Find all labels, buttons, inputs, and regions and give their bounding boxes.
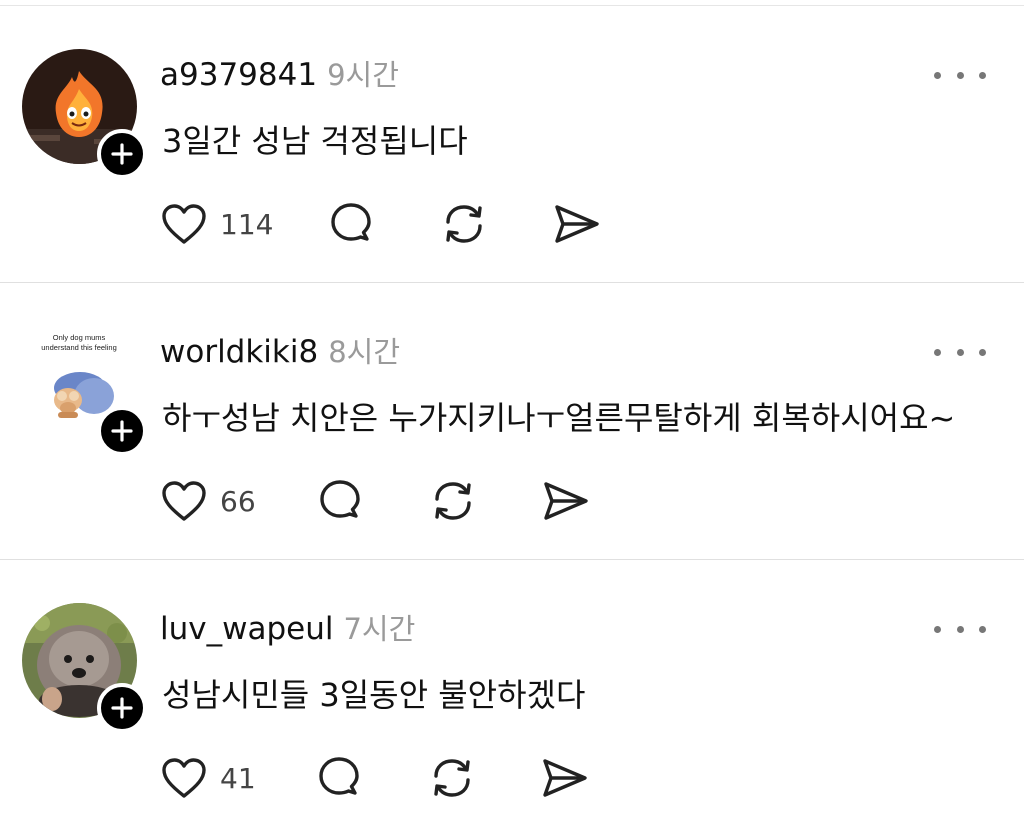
share-button[interactable] — [541, 476, 591, 526]
reply-button[interactable] — [316, 476, 364, 526]
more-icon-dot — [979, 348, 986, 356]
like-count: 66 — [220, 484, 256, 518]
more-button[interactable] — [934, 60, 986, 90]
plus-icon — [111, 420, 133, 442]
like-count: 41 — [220, 761, 256, 795]
plus-icon — [111, 143, 133, 165]
heart-icon — [162, 481, 206, 521]
more-icon-dot — [956, 348, 964, 356]
post: a9379841 9시간 3일간 성남 걱정됩니다 114 — [0, 6, 1024, 283]
post: Only dog mums understand this feeling wo… — [0, 283, 1024, 560]
follow-button[interactable] — [97, 406, 147, 456]
post-text: 3일간 성남 걱정됩니다 — [162, 122, 468, 160]
comment-icon — [320, 480, 360, 518]
more-button[interactable] — [934, 614, 986, 644]
more-icon-dot — [934, 625, 941, 633]
timestamp: 7시간 — [343, 612, 416, 646]
repost-icon — [435, 482, 471, 520]
action-bar: 41 — [160, 753, 620, 803]
more-button[interactable] — [934, 337, 986, 367]
comment-icon — [319, 757, 359, 795]
username[interactable]: worldkiki8 — [160, 334, 318, 370]
more-icon-dot — [934, 348, 941, 356]
action-bar: 114 — [160, 199, 620, 249]
comment-icon — [331, 203, 371, 241]
send-icon — [544, 482, 588, 520]
post-header: luv_wapeul 7시간 — [160, 606, 415, 648]
avatar-caption: understand this feeling — [41, 343, 116, 352]
avatar-caption: Only dog mums — [53, 333, 106, 342]
post-header: a9379841 9시간 — [160, 52, 399, 94]
send-icon — [555, 205, 599, 243]
heart-icon — [162, 204, 206, 244]
follow-button[interactable] — [97, 683, 147, 733]
like-button[interactable]: 66 — [160, 476, 256, 526]
more-icon-dot — [956, 71, 964, 79]
username[interactable]: luv_wapeul — [160, 611, 333, 647]
post-text: 하ㅜ성남 치안은 누가지키나ㅜ얼른무탈하게 회복하시어요~ — [162, 399, 956, 437]
timestamp: 8시간 — [328, 335, 401, 369]
plus-icon — [111, 697, 133, 719]
repost-icon — [446, 205, 482, 243]
more-icon-dot — [934, 71, 941, 79]
repost-button[interactable] — [427, 753, 477, 803]
username[interactable]: a9379841 — [160, 57, 317, 93]
repost-button[interactable] — [428, 476, 478, 526]
more-icon-dot — [979, 71, 986, 79]
like-button[interactable]: 114 — [160, 199, 273, 249]
post: luv_wapeul 7시간 성남시민들 3일동안 불안하겠다 41 — [0, 560, 1024, 829]
like-button[interactable]: 41 — [160, 753, 256, 803]
more-icon-dot — [956, 625, 964, 633]
send-icon — [543, 759, 587, 797]
share-button[interactable] — [540, 753, 590, 803]
timestamp: 9시간 — [327, 58, 399, 92]
follow-button[interactable] — [97, 129, 147, 179]
repost-button[interactable] — [439, 199, 489, 249]
share-button[interactable] — [552, 199, 602, 249]
post-header: worldkiki8 8시간 — [160, 329, 400, 371]
heart-icon — [162, 758, 206, 798]
thread-feed: a9379841 9시간 3일간 성남 걱정됩니다 114 Only dog m… — [0, 0, 1024, 829]
reply-button[interactable] — [315, 753, 363, 803]
post-text: 성남시민들 3일동안 불안하겠다 — [162, 676, 586, 714]
reply-button[interactable] — [327, 199, 375, 249]
like-count: 114 — [220, 207, 274, 241]
repost-icon — [434, 759, 470, 797]
action-bar: 66 — [160, 476, 620, 526]
more-icon-dot — [979, 625, 986, 633]
